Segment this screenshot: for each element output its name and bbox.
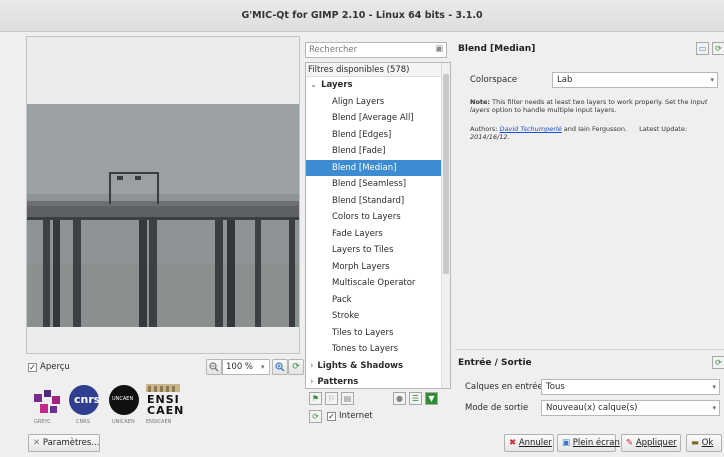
tree-category-layers[interactable]: ⌄ Layers	[306, 77, 442, 94]
greyc-logo	[34, 390, 60, 413]
logos-area: GREYC cnrs CNRS UNCAEN UNICAEN ENSI CAEN…	[28, 382, 300, 430]
chevron-down-icon: ▾	[712, 404, 716, 412]
tree-item[interactable]: Blend [Average All]	[306, 110, 442, 127]
copy-command-icon[interactable]: ▭	[696, 42, 709, 55]
preview-area[interactable]	[26, 36, 300, 354]
add-favorite-icon[interactable]: ⚑	[309, 392, 322, 405]
chevron-down-icon: ▾	[712, 383, 716, 391]
cnrs-text: cnrs	[74, 393, 101, 406]
fullscreen-icon: ▣	[562, 438, 571, 448]
colorspace-label: Colorspace	[470, 75, 518, 85]
selection-mode-icon[interactable]: ☰	[409, 392, 422, 405]
io-reset-icon[interactable]: ⟳	[712, 356, 724, 369]
apercu-label: Aperçu	[40, 362, 70, 372]
ok-icon: ▬	[691, 438, 700, 448]
colorspace-combo[interactable]: Lab ▾	[552, 72, 718, 88]
chevron-down-icon: ⌄	[310, 80, 318, 90]
apply-icon: ✎	[626, 438, 634, 448]
logo-label-cnrs: CNRS	[76, 419, 90, 425]
divider	[455, 349, 724, 350]
expand-icon[interactable]: ▼	[425, 392, 438, 405]
chevron-down-icon: ▾	[710, 76, 714, 84]
tree-item[interactable]: Pack	[306, 292, 442, 309]
filter-tree-header: Filtres disponibles (578)	[306, 63, 442, 77]
filter-note: Note: This filter needs at least two lay…	[470, 98, 708, 114]
logo-label-greyc: GREYC	[34, 419, 51, 425]
tree-item[interactable]: Blend [Edges]	[306, 127, 442, 144]
filter-parameters-pane: Blend [Median] ▭ ⟳ Colorspace Lab ▾ Note…	[455, 36, 724, 457]
output-mode-label: Mode de sortie	[465, 403, 529, 413]
tree-item[interactable]: Colors to Layers	[306, 209, 442, 226]
filter-title: Blend [Median]	[458, 44, 536, 54]
tree-category-lights-shadows[interactable]: › Lights & Shadows	[306, 358, 442, 375]
parametres-button[interactable]: ✕ Paramètres...	[28, 434, 100, 452]
chevron-down-icon: ▾	[261, 363, 265, 371]
tree-item[interactable]: Blend [Seamless]	[306, 176, 442, 193]
tree-item[interactable]: Multiscale Operator	[306, 275, 442, 292]
filter-tree[interactable]: Filtres disponibles (578) ⌄ Layers Align …	[305, 62, 451, 389]
scrollbar-thumb[interactable]	[443, 74, 449, 274]
tree-item[interactable]: Blend [Fade]	[306, 143, 442, 160]
unicaen-text: UNCAEN	[112, 396, 134, 402]
colorspace-value: Lab	[557, 75, 573, 85]
remove-favorite-icon[interactable]: ⚐	[325, 392, 338, 405]
chevron-right-icon: ›	[310, 360, 314, 371]
caen-text: CAEN	[147, 404, 185, 417]
input-layers-value: Tous	[546, 382, 565, 392]
cancel-icon: ✖	[509, 438, 517, 448]
output-mode-value: Nouveau(x) calque(s)	[546, 403, 638, 413]
filter-tree-tools: ⚑ ⚐ ▤ ● ☰ ▼ ⟳ ✓ Internet	[305, 392, 451, 432]
zoom-in-icon[interactable]	[272, 359, 288, 375]
zoom-value: 100 %	[226, 362, 254, 372]
ok-button[interactable]: ▬ Ok	[686, 434, 722, 452]
ensicaen-building-icon	[146, 384, 180, 392]
filter-tree-scrollbar[interactable]	[441, 63, 450, 388]
search-input[interactable]	[306, 43, 426, 57]
chevron-right-icon: ›	[310, 377, 314, 387]
tree-category-patterns[interactable]: › Patterns	[306, 374, 442, 388]
fullscreen-button[interactable]: ▣ Plein écran	[557, 434, 620, 452]
refresh-preview-icon[interactable]: ⟳	[288, 359, 304, 375]
tree-item[interactable]: Tiles to Layers	[306, 325, 442, 342]
zoom-combo[interactable]: 100 % ▾	[222, 359, 270, 375]
apercu-checkbox[interactable]: ✓	[28, 363, 37, 372]
zoom-out-icon[interactable]	[206, 359, 222, 375]
internet-checkbox[interactable]: ✓	[327, 412, 336, 421]
reset-parameters-icon[interactable]: ⟳	[712, 42, 724, 55]
output-mode-combo[interactable]: Nouveau(x) calque(s) ▾	[541, 400, 720, 416]
tree-item[interactable]: Stroke	[306, 308, 442, 325]
rename-favorite-icon[interactable]: ▤	[341, 392, 354, 405]
tree-item[interactable]: Blend [Standard]	[306, 193, 442, 210]
tree-item[interactable]: Tones to Layers	[306, 341, 442, 358]
visibility-icon[interactable]: ●	[393, 392, 406, 405]
input-layers-combo[interactable]: Tous ▾	[541, 379, 720, 395]
internet-label: Internet	[339, 411, 373, 421]
filter-authors: Authors: David Tschumperlé and Iain Ferg…	[470, 125, 688, 141]
logo-label-unicaen: UNICAEN	[112, 419, 135, 425]
update-filters-icon[interactable]: ⟳	[309, 410, 322, 423]
author-link[interactable]: David Tschumperlé	[500, 125, 562, 133]
cancel-button[interactable]: ✖ Annuler	[504, 434, 554, 452]
title-bar: G'MIC-Qt for GIMP 2.10 - Linux 64 bits -…	[0, 0, 724, 32]
wrench-icon: ✕	[33, 438, 41, 448]
search-box[interactable]: ▣	[305, 42, 447, 58]
tree-item-selected[interactable]: Blend [Median]	[306, 159, 442, 176]
tree-item[interactable]: Fade Layers	[306, 226, 442, 243]
io-title: Entrée / Sortie	[458, 358, 532, 368]
logo-label-ensicaen: ENSICAEN	[146, 419, 172, 425]
tree-item[interactable]: Layers to Tiles	[306, 242, 442, 259]
input-layers-label: Calques en entrée	[465, 382, 543, 392]
preview-controls: ✓ Aperçu 100 % ▾ ⟳	[26, 359, 304, 377]
preview-image	[27, 104, 299, 327]
apply-button[interactable]: ✎ Appliquer	[621, 434, 681, 452]
tree-item[interactable]: Morph Layers	[306, 259, 442, 276]
window-title: G'MIC-Qt for GIMP 2.10 - Linux 64 bits -…	[241, 10, 483, 21]
search-clear-icon[interactable]: ▣	[435, 44, 443, 54]
tree-item[interactable]: Align Layers	[306, 94, 442, 111]
